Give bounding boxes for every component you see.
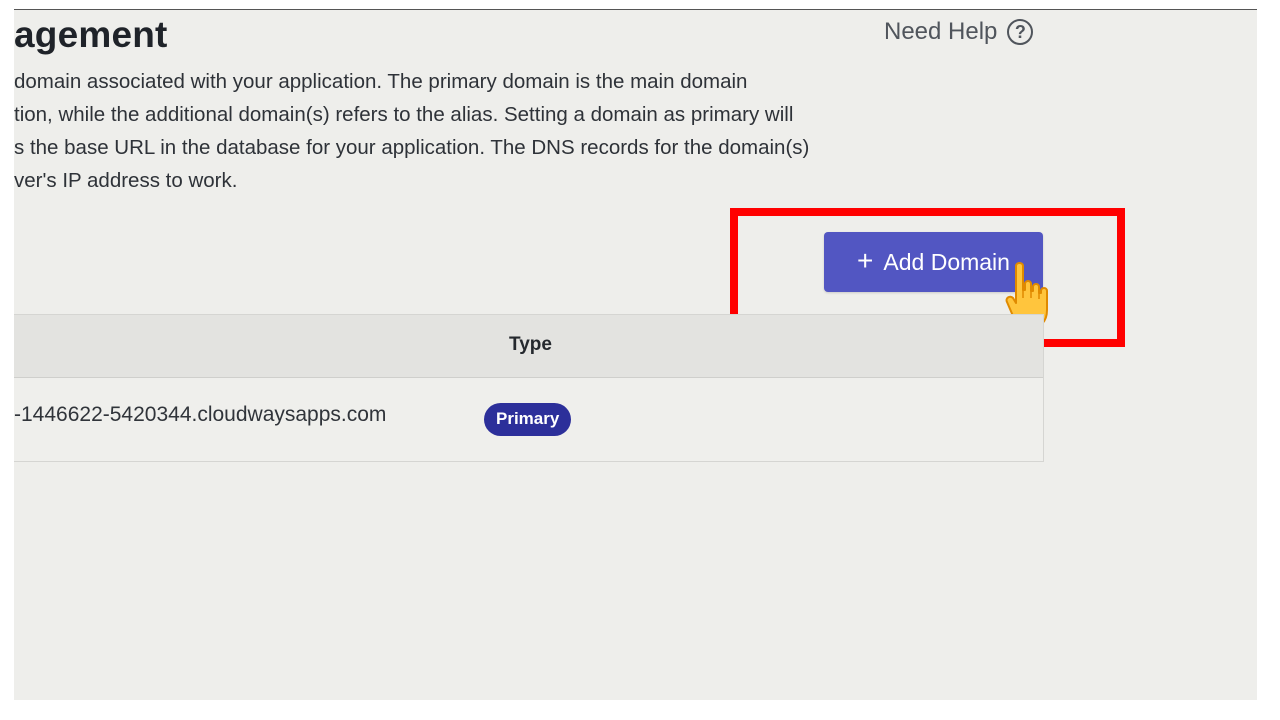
page-description: domain associated with your application.… bbox=[14, 65, 914, 197]
description-line: domain associated with your application.… bbox=[14, 70, 748, 93]
description-line: tion, while the additional domain(s) ref… bbox=[14, 103, 794, 126]
description-line: s the base URL in the database for your … bbox=[14, 136, 810, 159]
app-viewport: agement Need Help ? domain associated wi… bbox=[14, 10, 1257, 700]
description-line: ver's IP address to work. bbox=[14, 169, 238, 192]
table-header: Type bbox=[14, 315, 1043, 378]
column-header-type: Type bbox=[509, 334, 552, 355]
domain-cell: -1446622-5420344.cloudwaysapps.com bbox=[14, 403, 387, 426]
primary-badge: Primary bbox=[484, 403, 572, 436]
page-title: agement bbox=[14, 14, 168, 55]
need-help-link[interactable]: Need Help ? bbox=[884, 18, 1034, 46]
table-row: -1446622-5420344.cloudwaysapps.com Prima… bbox=[14, 378, 1043, 461]
need-help-label: Need Help bbox=[884, 18, 998, 45]
question-circle-icon[interactable]: ? bbox=[1007, 19, 1034, 45]
domains-table: Type -1446622-5420344.cloudwaysapps.com … bbox=[14, 314, 1044, 462]
